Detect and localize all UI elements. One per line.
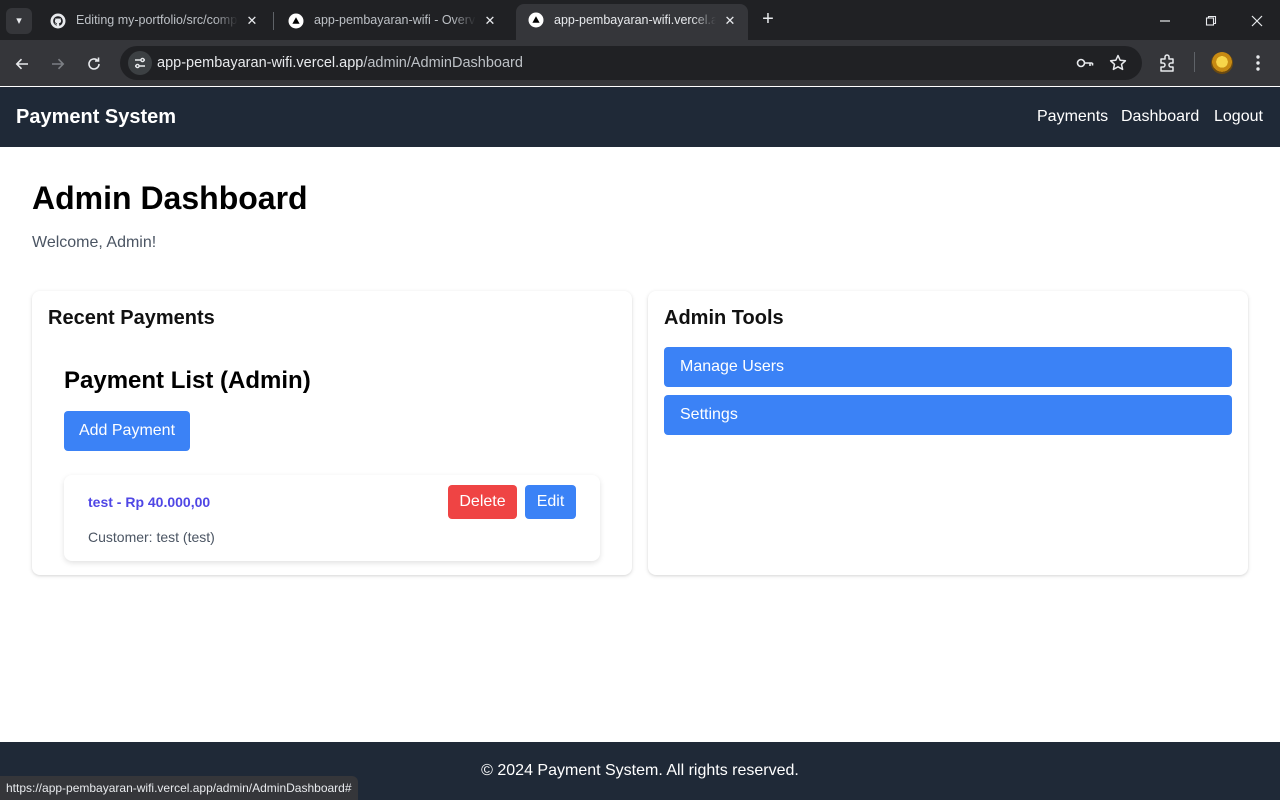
url-text[interactable]: app-pembayaran-wifi.vercel.app/admin/Adm… (157, 55, 523, 71)
back-arrow-icon[interactable] (7, 48, 37, 78)
nav-logout-link[interactable]: Logout (1214, 108, 1263, 126)
browser-tabstrip: ▾ Editing my-portfolio/src/components ✕ … (0, 0, 1280, 40)
manage-users-button[interactable]: Manage Users (664, 347, 1232, 387)
password-key-icon[interactable] (1075, 53, 1095, 73)
forward-arrow-icon[interactable] (43, 48, 73, 78)
vercel-icon (288, 13, 304, 29)
nav-payments-link[interactable]: Payments (1037, 108, 1108, 126)
github-icon (50, 13, 66, 29)
recent-payments-heading: Recent Payments (48, 307, 215, 329)
url-path: /admin/AdminDashboard (363, 55, 523, 71)
payment-customer: Customer: test (test) (88, 529, 215, 545)
tab-title: Editing my-portfolio/src/components (76, 13, 238, 27)
app-header: Payment System Payments Dashboard Logout (0, 87, 1280, 147)
tab-vercel-overview[interactable]: app-pembayaran-wifi - Overview ✕ (276, 5, 508, 36)
browser-toolbar: app-pembayaran-wifi.vercel.app/admin/Adm… (0, 40, 1280, 86)
admin-tools-heading: Admin Tools (664, 307, 784, 329)
address-bar[interactable]: app-pembayaran-wifi.vercel.app/admin/Adm… (120, 46, 1142, 80)
more-menu-icon[interactable] (1247, 52, 1269, 74)
extensions-puzzle-icon[interactable] (1157, 52, 1179, 74)
site-info-icon[interactable] (128, 51, 152, 75)
bookmark-star-icon[interactable] (1108, 53, 1128, 73)
close-tab-icon[interactable]: ✕ (482, 13, 498, 29)
edit-payment-button[interactable]: Edit (525, 485, 576, 519)
tab-title: app-pembayaran-wifi.vercel.app (554, 13, 716, 27)
close-window-icon[interactable] (1234, 0, 1280, 40)
tab-divider (273, 12, 274, 30)
recent-payments-card: Recent Payments Payment List (Admin) Add… (32, 291, 632, 575)
delete-payment-button[interactable]: Delete (448, 485, 517, 519)
nav-dashboard-link[interactable]: Dashboard (1121, 108, 1199, 126)
brand-title[interactable]: Payment System (16, 106, 176, 129)
url-domain: app-pembayaran-wifi.vercel.app (157, 55, 364, 71)
payment-title-link[interactable]: test - Rp 40.000,00 (88, 494, 210, 510)
welcome-text: Welcome, Admin! (32, 234, 157, 251)
status-bar-url: https://app-pembayaran-wifi.vercel.app/a… (0, 776, 358, 800)
admin-tools-card: Admin Tools Manage Users Settings (648, 291, 1248, 575)
profile-avatar[interactable] (1211, 52, 1233, 74)
tab-search-button[interactable]: ▾ (6, 8, 32, 34)
payment-list-item: test - Rp 40.000,00 Customer: test (test… (64, 475, 600, 561)
reload-icon[interactable] (79, 48, 109, 78)
new-tab-icon[interactable]: + (756, 8, 780, 32)
minimize-icon[interactable] (1142, 0, 1188, 40)
payment-list-heading: Payment List (Admin) (64, 367, 311, 394)
restore-icon[interactable] (1188, 0, 1234, 40)
tab-title: app-pembayaran-wifi - Overview (314, 13, 476, 27)
close-tab-icon[interactable]: ✕ (722, 13, 738, 29)
tab-active-app[interactable]: app-pembayaran-wifi.vercel.app ✕ (516, 4, 748, 40)
settings-button[interactable]: Settings (664, 395, 1232, 435)
vercel-icon (528, 12, 544, 28)
toolbar-divider (1194, 52, 1195, 72)
close-tab-icon[interactable]: ✕ (244, 13, 260, 29)
tab-github[interactable]: Editing my-portfolio/src/components ✕ (38, 5, 270, 36)
add-payment-button[interactable]: Add Payment (64, 411, 190, 451)
page-title: Admin Dashboard (32, 180, 308, 216)
